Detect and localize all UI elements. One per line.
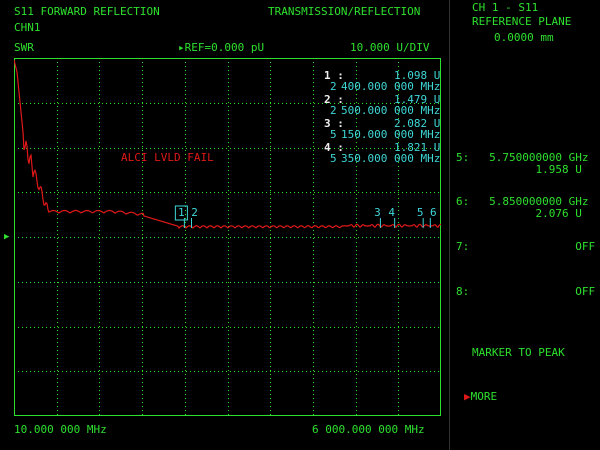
measurement-title: S11 FORWARD REFLECTION [14,5,160,18]
softkey-marker-6[interactable]: 6: 5.850000000 GHz 2.076 U [456,196,600,220]
marker-4-label: 4 [388,206,395,219]
softkey-header-channel: CH 1 - S11 [472,1,539,14]
scale-readout: 10.000 U/DIV [350,41,430,54]
softkey-header-title: REFERENCE PLANE [472,15,572,28]
more-button[interactable]: ▶MORE [464,391,600,403]
marker-readout-frequency: 400.000 000 MHz [341,80,441,93]
reference-position-icon: ▶ [4,232,10,242]
format-label: SWR [14,41,34,54]
alc-status-message: ALCI LVLD FAIL [121,151,214,164]
more-arrow-icon: ▶ [464,390,471,403]
marker-2-label: 2 [191,206,198,219]
start-frequency: 10.000 000 MHz [14,423,107,436]
stop-frequency: 6 000.000 000 MHz [312,423,425,436]
reference-readout: ▸REF=0.000 pU [178,41,265,54]
marker-to-peak-button[interactable]: MARKER TO PEAK [472,347,600,359]
marker-readout-sub: 5 [330,128,337,141]
marker-readout-frequency: 150.000 000 MHz [341,128,441,141]
marker-readout-sub: 2 [330,104,337,117]
channel-label: CHN1 [14,21,41,34]
marker-1-label: 1 [178,206,185,219]
marker-readout-sub: 5 [330,152,337,165]
marker-6-label: 6 [430,206,437,219]
reference-plane-value: 0.0000 mm [494,31,554,44]
marker-readout-frequency: 350.000 000 MHz [341,152,441,165]
softkey-marker-7[interactable]: 7: OFF [456,241,600,253]
marker-readout-frequency: 500.000 000 MHz [341,104,441,117]
mode-label: TRANSMISSION/REFLECTION [268,5,421,18]
softkey-separator [449,0,450,450]
marker-readout-sub: 2 [330,80,337,93]
reference-arrow-icon: ▸ [178,41,185,54]
marker-5-label: 5 [417,206,424,219]
softkey-marker-8[interactable]: 8: OFF [456,286,600,298]
softkey-marker-5[interactable]: 5: 5.750000000 GHz 1.958 U [456,152,600,176]
marker-3-label: 3 [374,206,381,219]
